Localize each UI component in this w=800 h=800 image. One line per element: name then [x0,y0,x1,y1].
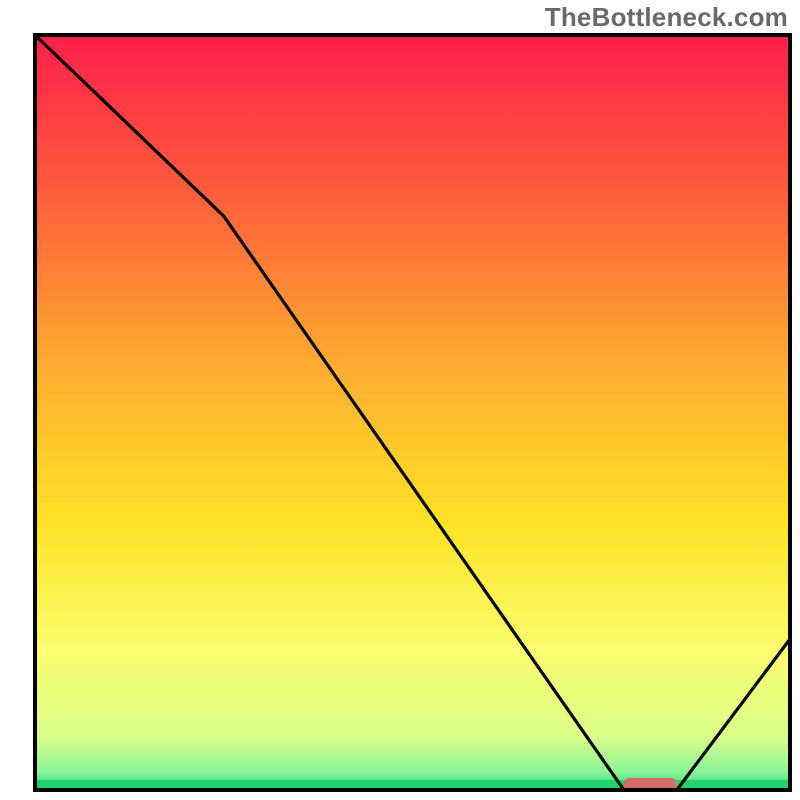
bottleneck-chart [0,0,800,800]
gradient-fill [35,35,790,790]
chart-container: { "watermark": "TheBottleneck.com", "cha… [0,0,800,800]
watermark-text: TheBottleneck.com [545,2,788,33]
